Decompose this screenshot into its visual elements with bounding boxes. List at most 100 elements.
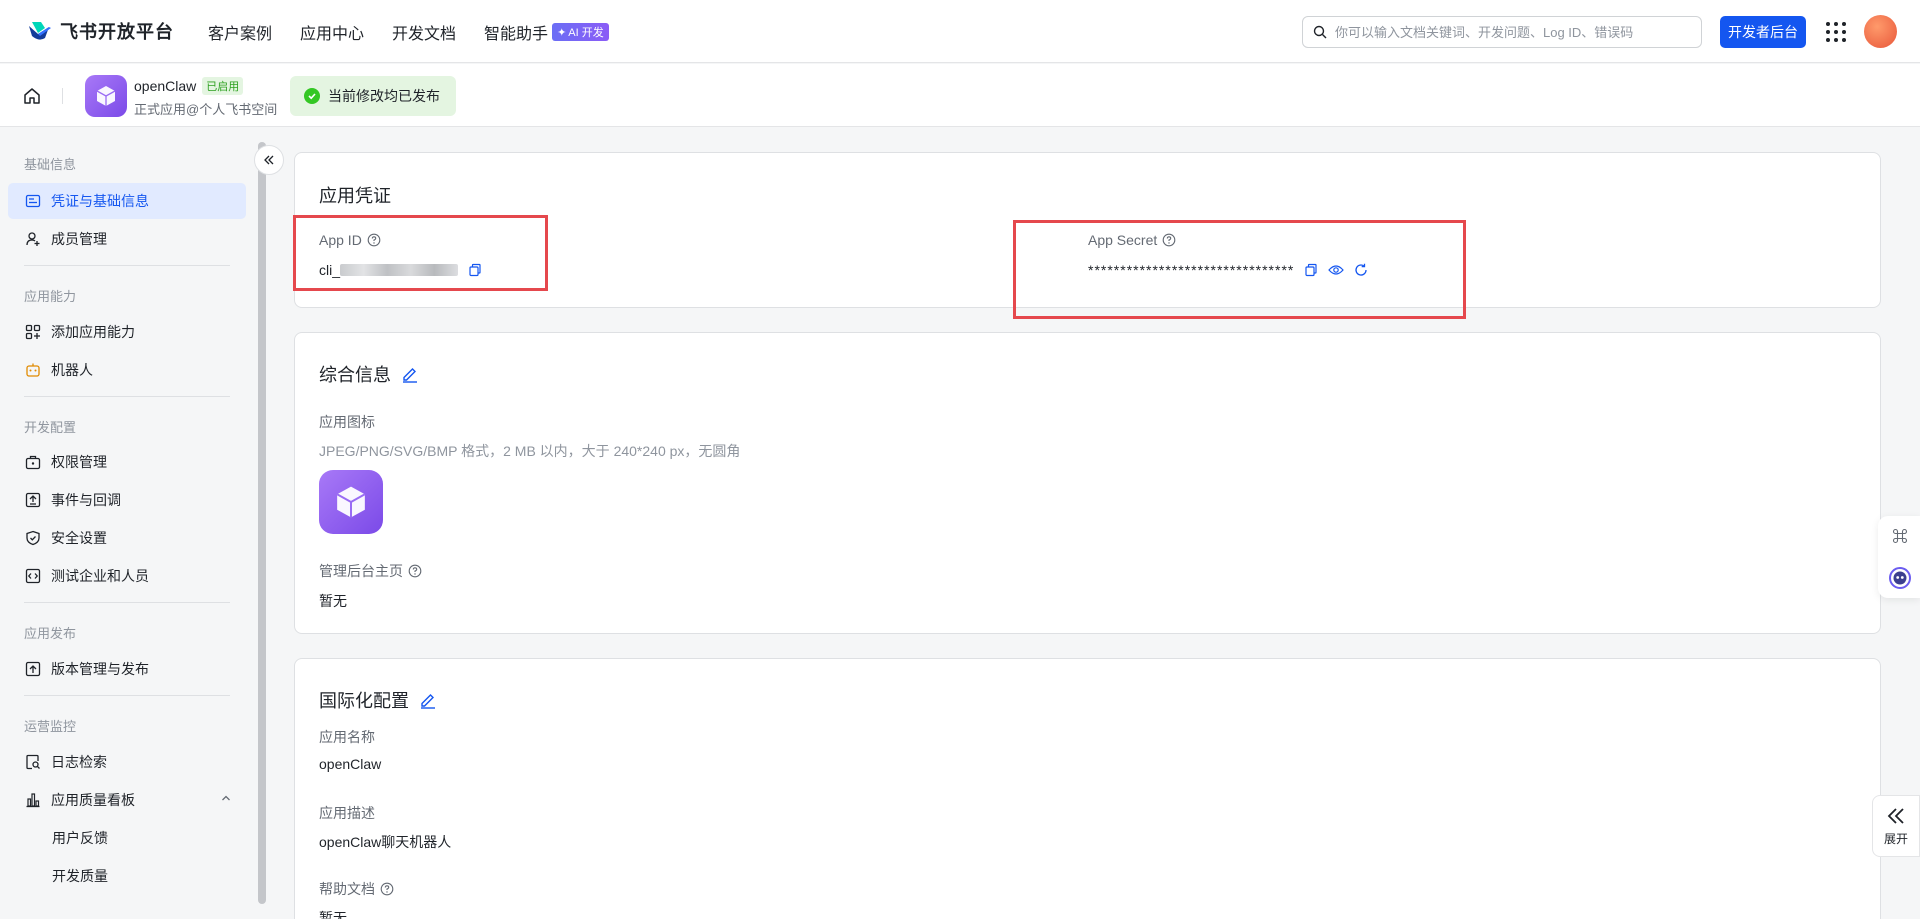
sidebar-item-label: 应用质量看板 <box>51 792 135 808</box>
sidebar-item-label: 日志检索 <box>51 754 107 770</box>
floating-toolbar <box>1878 516 1920 598</box>
sidebar-item-members[interactable]: 成员管理 <box>8 221 246 257</box>
feishu-logo-icon <box>29 22 51 40</box>
sidebar-item-credentials[interactable]: 凭证与基础信息 <box>8 183 246 219</box>
help-doc-label: 帮助文档 <box>319 879 394 899</box>
edit-icon[interactable] <box>401 365 419 383</box>
status-badge: 已启用 <box>202 77 244 95</box>
sidebar-section-monitor: 运营监控 <box>24 719 77 734</box>
search-icon <box>1313 25 1327 39</box>
sidebar-item-feedback[interactable]: 用户反馈 <box>8 820 246 856</box>
sidebar-item-events[interactable]: 事件与回调 <box>8 482 246 518</box>
i18n-card: 国际化配置 应用名称 openClaw 应用描述 openClaw聊天机器人 帮… <box>294 658 1881 919</box>
nav-links: 客户案例 应用中心 开发文档 智能助手 ✦ AI 开发 <box>208 20 609 44</box>
publish-status: 当前修改均已发布 <box>290 76 456 116</box>
home-icon[interactable] <box>22 86 42 106</box>
sidebar-section-capability: 应用能力 <box>24 289 77 304</box>
app-desc-value: openClaw聊天机器人 <box>319 834 452 850</box>
assistant-bot-icon[interactable] <box>1889 567 1911 589</box>
app-cube-icon[interactable] <box>319 470 383 534</box>
search-box[interactable] <box>1302 16 1702 48</box>
nav-link-app-center[interactable]: 应用中心 <box>300 20 364 44</box>
command-icon[interactable] <box>1892 528 1908 544</box>
sidebar-item-versions[interactable]: 版本管理与发布 <box>8 651 246 687</box>
help-icon[interactable] <box>380 882 394 896</box>
lock-briefcase-icon <box>25 455 41 470</box>
app-grid-icon[interactable] <box>1826 22 1846 42</box>
sidebar-item-label: 事件与回调 <box>51 492 121 508</box>
sidebar-item-label: 安全设置 <box>51 530 107 546</box>
app-header: openClaw 已启用 正式应用@个人飞书空间 当前修改均已发布 <box>0 64 1920 127</box>
log-search-icon <box>26 754 40 770</box>
i18n-title-text: 国际化配置 <box>319 691 409 711</box>
sidebar-item-log-search[interactable]: 日志检索 <box>8 744 246 780</box>
feishu-logo[interactable]: 飞书开放平台 <box>26 18 174 44</box>
ai-badge: ✦ AI 开发 <box>552 23 609 41</box>
sidebar-item-test-tenants[interactable]: 测试企业和人员 <box>8 558 246 594</box>
sparkle-icon: ✦ <box>557 26 567 39</box>
publish-status-text: 当前修改均已发布 <box>328 88 440 104</box>
sidebar-item-label: 开发质量 <box>52 868 108 884</box>
homepage-label-text: 管理后台主页 <box>319 563 403 579</box>
divider <box>62 88 63 104</box>
app-icon-hint: JPEG/PNG/SVG/BMP 格式，2 MB 以内，大于 240*240 p… <box>319 443 741 459</box>
credentials-title: 应用凭证 <box>319 182 391 208</box>
scrollbar-thumb[interactable] <box>258 142 266 904</box>
double-chevron-left-icon <box>264 155 274 165</box>
general-info-card: 综合信息 应用图标 JPEG/PNG/SVG/BMP 格式，2 MB 以内，大于… <box>294 332 1881 634</box>
top-navigation: 飞书开放平台 客户案例 应用中心 开发文档 智能助手 ✦ AI 开发 开发者后台 <box>0 0 1920 63</box>
sidebar-item-label: 权限管理 <box>51 454 107 470</box>
sidebar-divider <box>24 602 230 603</box>
shield-icon <box>26 530 40 546</box>
homepage-value: 暂无 <box>319 593 347 609</box>
code-icon <box>25 568 41 584</box>
app-name: openClaw 已启用 <box>134 77 244 95</box>
user-avatar[interactable] <box>1864 15 1897 48</box>
sidebar-item-bot[interactable]: 机器人 <box>8 352 246 388</box>
sidebar-item-label: 用户反馈 <box>52 830 108 846</box>
sidebar-divider <box>24 695 230 696</box>
i18n-title: 国际化配置 <box>319 687 437 713</box>
sidebar-section-basic: 基础信息 <box>24 157 77 172</box>
apps-add-icon <box>25 324 41 340</box>
sidebar-item-label: 版本管理与发布 <box>51 661 149 677</box>
collapse-sidebar-button[interactable] <box>254 145 284 175</box>
sidebar-scrollbar[interactable] <box>257 128 267 919</box>
expand-label: 展开 <box>1883 831 1908 846</box>
credentials-title-text: 应用凭证 <box>319 186 391 206</box>
sidebar-item-label: 测试企业和人员 <box>51 568 149 584</box>
sidebar-item-add-capability[interactable]: 添加应用能力 <box>8 314 246 350</box>
nav-link-cases[interactable]: 客户案例 <box>208 20 272 44</box>
sidebar-item-dev-quality[interactable]: 开发质量 <box>8 858 246 894</box>
sidebar-item-permissions[interactable]: 权限管理 <box>8 444 246 480</box>
sidebar-item-label: 凭证与基础信息 <box>51 193 149 209</box>
sidebar-item-quality-board[interactable]: 应用质量看板 <box>8 782 246 818</box>
nav-link-assistant[interactable]: 智能助手 ✦ AI 开发 <box>484 20 609 44</box>
help-icon[interactable] <box>408 564 422 578</box>
nav-link-assistant-label: 智能助手 <box>484 26 549 43</box>
sidebar-divider <box>24 265 230 266</box>
developer-console-button[interactable]: 开发者后台 <box>1720 16 1806 48</box>
app-subtitle: 正式应用@个人飞书空间 <box>134 102 278 117</box>
app-icon-label: 应用图标 <box>319 414 375 430</box>
sidebar-item-label: 成员管理 <box>51 231 107 247</box>
general-info-title: 综合信息 <box>319 361 419 387</box>
nav-link-docs[interactable]: 开发文档 <box>392 20 456 44</box>
general-info-title-text: 综合信息 <box>319 365 391 385</box>
highlight-box-app-secret <box>1013 220 1466 319</box>
help-doc-value: 暂无 <box>319 910 347 919</box>
highlight-box-app-id <box>293 215 548 291</box>
sidebar-section-release: 应用发布 <box>24 626 77 641</box>
sidebar-item-security[interactable]: 安全设置 <box>8 520 246 556</box>
chevron-up-icon[interactable] <box>220 792 232 804</box>
sidebar-section-dev-config: 开发配置 <box>24 420 77 435</box>
app-desc-label: 应用描述 <box>319 805 375 821</box>
app-name-text: openClaw <box>134 78 197 94</box>
search-input[interactable] <box>1335 24 1685 40</box>
bar-chart-icon <box>26 793 40 808</box>
credential-card-icon <box>25 194 41 208</box>
edit-icon[interactable] <box>419 691 437 709</box>
expand-panel-button[interactable]: 展开 <box>1872 795 1920 857</box>
sidebar-divider <box>24 396 230 397</box>
sidebar-item-label: 机器人 <box>51 362 93 378</box>
